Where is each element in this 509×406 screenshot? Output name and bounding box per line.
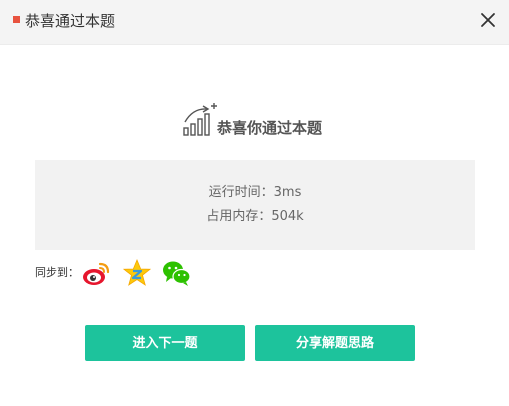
qzone-icon[interactable] [122,258,152,288]
dialog-title: 恭喜通过本题 [25,12,116,30]
dialog-header: 恭喜通过本题 [0,0,509,45]
memory-stat: 占用内存：504k [206,209,304,224]
success-message: 恭喜你通过本题 [217,119,323,137]
next-question-button[interactable]: 进入下一题 [85,325,245,361]
wechat-icon[interactable] [162,258,192,288]
result-stats: 运行时间：3ms 占用内存：504k [35,160,475,250]
success-dialog: 恭喜通过本题 恭喜你通过本题 运行时间：3ms 占用内存：504k 同步到： 进… [0,0,509,406]
sync-label: 同步到： [35,266,79,279]
growth-chart-icon [183,103,217,136]
runtime-stat: 运行时间：3ms [208,185,302,200]
title-marker [13,16,20,23]
share-solution-button[interactable]: 分享解题思路 [255,325,415,361]
weibo-icon[interactable] [81,258,111,288]
sync-bar: 同步到： [35,258,235,288]
success-headline: 恭喜你通过本题 [0,102,509,142]
close-icon[interactable] [479,11,497,29]
